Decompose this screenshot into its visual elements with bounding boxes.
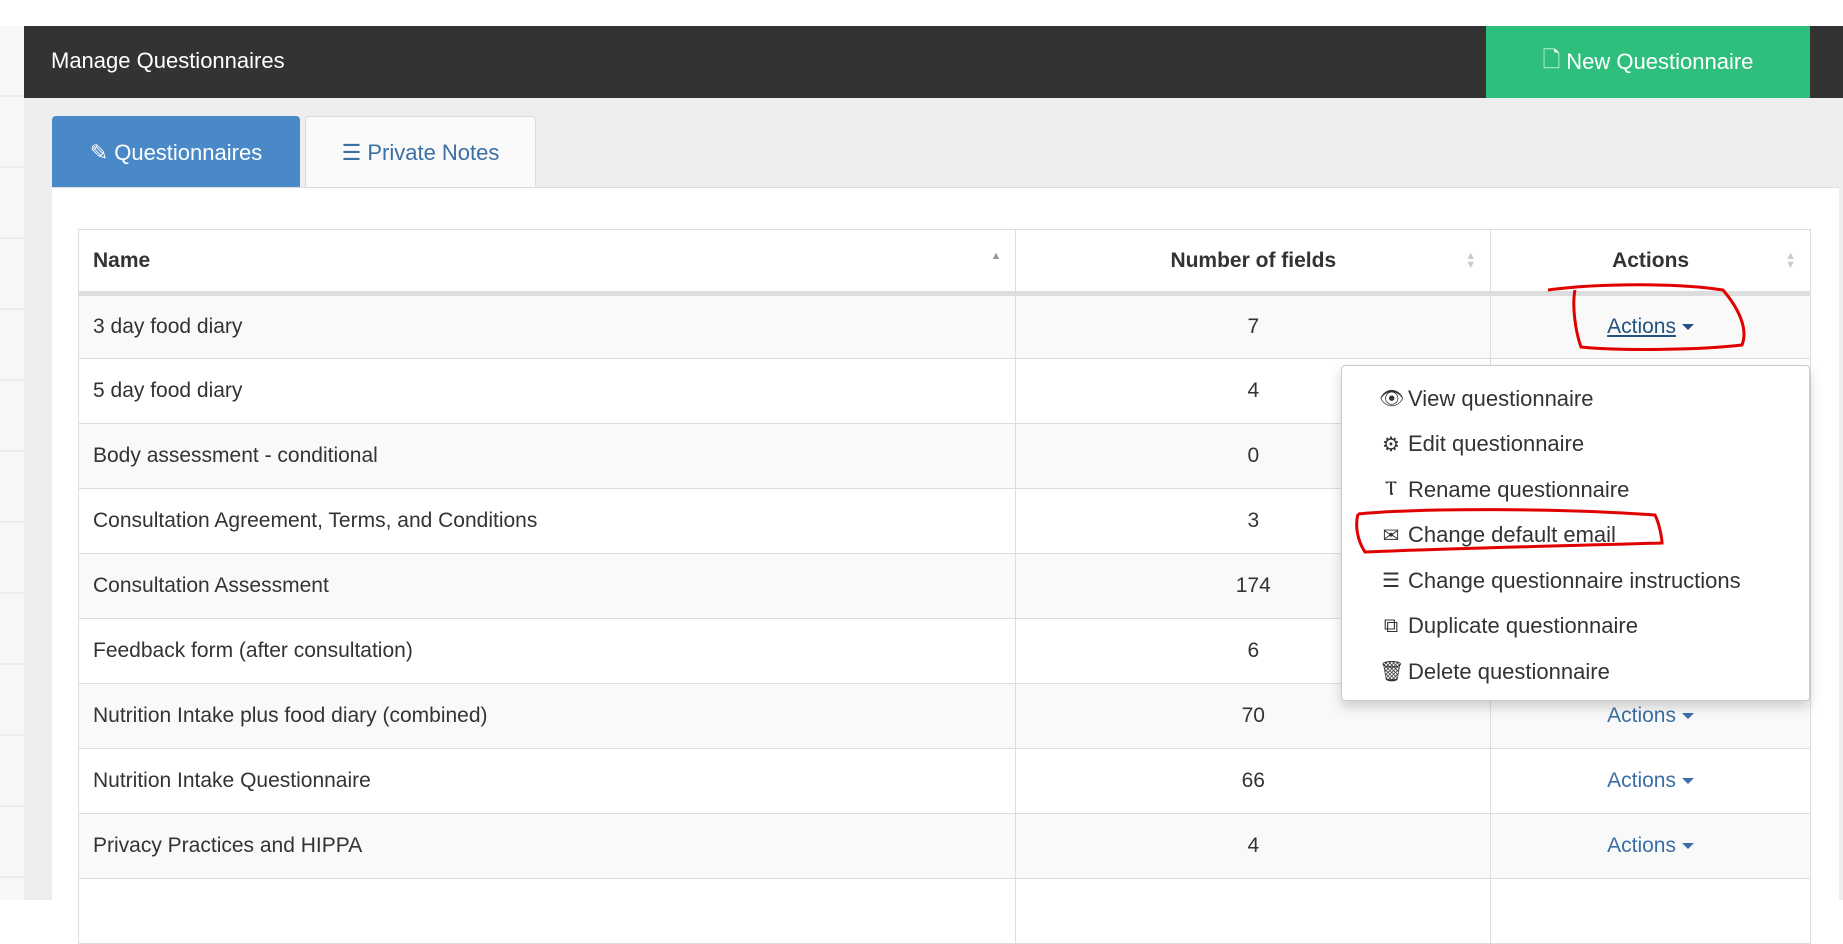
actions-label: Actions (1607, 315, 1676, 338)
column-label: Number of fields (1170, 248, 1337, 272)
questionnaire-name[interactable]: 5 day food diary (77, 358, 1017, 424)
edit-icon: ✎ (89, 139, 109, 165)
column-label: Name (93, 248, 151, 272)
actions-cell (1490, 878, 1811, 944)
page-header: Manage Questionnaires 🗋 New Questionnaire (24, 26, 1843, 98)
menu-item-change-questionnaire-instructions[interactable]: ☰ Change questionnaire instructions (1342, 558, 1809, 604)
column-label: Actions (1612, 248, 1690, 272)
table-row: 3 day food diary 7 Actions (77, 293, 1811, 359)
caret-down-icon (1682, 778, 1694, 785)
actions-label: Actions (1607, 834, 1676, 857)
sort-asc-icon: ▲ (990, 250, 1002, 262)
tab-label: Questionnaires (114, 139, 263, 165)
menu-item-label: Delete questionnaire (1408, 658, 1610, 684)
tab-label: Private Notes (367, 139, 500, 165)
questionnaire-name[interactable] (77, 878, 1017, 944)
list-icon: ☰ (341, 139, 362, 165)
table-row (77, 878, 1811, 944)
caret-down-icon (1682, 843, 1694, 850)
actions-dropdown-toggle[interactable]: Actions (1607, 769, 1694, 792)
questionnaire-name[interactable]: Privacy Practices and HIPPA (77, 813, 1017, 879)
eye-icon: 👁 (1379, 388, 1405, 411)
questionnaire-name[interactable]: Consultation Assessment (77, 553, 1017, 619)
caret-down-icon (1682, 713, 1694, 720)
field-count (1015, 878, 1492, 944)
file-icon: 🗋 (1542, 47, 1561, 72)
gear-icon: ⚙ (1382, 433, 1400, 456)
actions-dropdown-toggle[interactable]: Actions (1607, 704, 1694, 727)
menu-item-label: Duplicate questionnaire (1408, 613, 1638, 639)
tab-questionnaires[interactable]: ✎ Questionnaires (52, 116, 300, 188)
envelope-icon: ✉ (1382, 524, 1400, 547)
table-row: Privacy Practices and HIPPA 4 Actions (77, 813, 1811, 879)
actions-cell: Actions (1490, 748, 1811, 814)
questionnaire-name[interactable]: Nutrition Intake plus food diary (combin… (77, 683, 1017, 749)
menu-item-label: Rename questionnaire (1408, 476, 1630, 502)
questionnaire-name[interactable]: Nutrition Intake Questionnaire (77, 748, 1017, 814)
field-count: 4 (1015, 813, 1492, 879)
menu-item-label: Edit questionnaire (1408, 431, 1585, 457)
new-questionnaire-button[interactable]: 🗋 New Questionnaire (1486, 26, 1810, 98)
menu-item-label: Change default email (1408, 522, 1616, 548)
actions-dropdown-toggle[interactable]: Actions (1607, 834, 1694, 857)
actions-cell: Actions (1490, 813, 1811, 879)
actions-dropdown-toggle[interactable]: Actions (1607, 315, 1694, 338)
trash-icon: 🗑 (1379, 661, 1405, 684)
sort-icon: ▲ ▼ (1785, 250, 1796, 271)
list-icon: ☰ (1382, 570, 1400, 593)
menu-item-rename-questionnaire[interactable]: Ⲧ Rename questionnaire (1342, 467, 1809, 513)
questionnaire-name[interactable]: Consultation Agreement, Terms, and Condi… (77, 488, 1017, 554)
copy-icon: ⧉ (1383, 614, 1399, 637)
new-questionnaire-label: New Questionnaire (1566, 49, 1754, 74)
menu-item-duplicate-questionnaire[interactable]: ⧉ Duplicate questionnaire (1342, 604, 1809, 650)
questionnaire-name[interactable]: Body assessment - conditional (77, 423, 1017, 489)
field-count: 7 (1015, 293, 1492, 359)
questionnaire-name[interactable]: Feedback form (after consultation) (77, 618, 1017, 684)
menu-item-edit-questionnaire[interactable]: ⚙ Edit questionnaire (1342, 422, 1809, 468)
menu-item-view-questionnaire[interactable]: 👁 View questionnaire (1342, 376, 1809, 422)
actions-cell: Actions (1490, 293, 1811, 359)
field-count: 66 (1015, 748, 1492, 814)
table-row: Nutrition Intake Questionnaire 66 Actions (77, 748, 1811, 814)
menu-item-label: View questionnaire (1408, 385, 1594, 411)
menu-item-change-default-email[interactable]: ✉ Change default email (1342, 513, 1809, 559)
column-header-fields[interactable]: Number of fields ▲ ▼ (1015, 229, 1492, 296)
actions-dropdown-menu: 👁 View questionnaire ⚙ Edit questionnaire Ⲧ R… (1341, 365, 1810, 701)
actions-label: Actions (1607, 769, 1676, 792)
questionnaire-name[interactable]: 3 day food diary (77, 293, 1017, 359)
page-title: Manage Questionnaires (51, 48, 285, 73)
menu-item-delete-questionnaire[interactable]: 🗑 Delete questionnaire (1342, 649, 1809, 695)
menu-item-label: Change questionnaire instructions (1408, 567, 1741, 593)
left-sidebar (0, 26, 24, 900)
text-cursor-icon: Ⲧ (1384, 478, 1398, 501)
sort-icon: ▲ ▼ (1465, 250, 1477, 271)
column-header-name[interactable]: Name ▲ (77, 229, 1017, 296)
tab-private-notes[interactable]: ☰ Private Notes (305, 116, 536, 188)
caret-down-icon (1682, 324, 1694, 331)
column-header-actions[interactable]: Actions ▲ ▼ (1490, 229, 1811, 296)
actions-label: Actions (1607, 704, 1676, 727)
